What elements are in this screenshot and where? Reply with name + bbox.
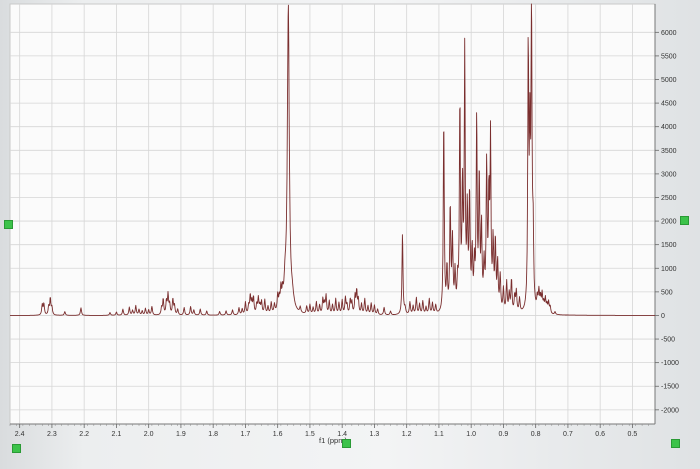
x-tick-label: 2.4: [15, 431, 25, 438]
x-tick-label: 0.8: [531, 431, 541, 438]
x-tick-label: 0.5: [628, 431, 638, 438]
y-tick-label: 3500: [661, 148, 677, 155]
x-tick-label: 0.9: [499, 431, 509, 438]
y-tick-label: -2000: [661, 407, 679, 414]
x-tick-label: 0.6: [595, 431, 605, 438]
x-tick-label: 2.3: [47, 431, 57, 438]
y-tick-label: 2000: [661, 219, 677, 226]
y-tick-label: 1500: [661, 242, 677, 249]
y-tick-label: 500: [661, 289, 673, 296]
resize-handle-right[interactable]: [680, 216, 689, 225]
x-tick-label: 2.2: [79, 431, 89, 438]
resize-handle-bottom-right[interactable]: [671, 439, 680, 448]
y-tick-label: -1000: [661, 360, 679, 367]
x-tick-label: 1.0: [466, 431, 476, 438]
x-tick-label: 1.1: [434, 431, 444, 438]
y-axis: 6000550050004500400035003000250020001500…: [654, 4, 679, 424]
x-tick-label: 1.8: [208, 431, 218, 438]
y-tick-label: 0: [661, 313, 665, 320]
resize-handle-left[interactable]: [4, 220, 13, 229]
x-tick-label: 1.7: [241, 431, 251, 438]
x-tick-label: 0.7: [563, 431, 573, 438]
x-tick-label: 1.2: [402, 431, 412, 438]
x-tick-label: 2.1: [112, 431, 122, 438]
x-tick-label: 1.3: [370, 431, 380, 438]
x-tick-label: 1.5: [305, 431, 315, 438]
y-tick-label: 4500: [661, 101, 677, 108]
y-tick-label: 3000: [661, 171, 677, 178]
y-tick-label: -1500: [661, 384, 679, 391]
y-tick-label: 5500: [661, 53, 677, 60]
x-tick-label: 1.9: [176, 431, 186, 438]
resize-handle-bottom-left[interactable]: [12, 444, 21, 453]
y-tick-label: 5000: [661, 77, 677, 84]
y-tick-label: 4000: [661, 124, 677, 131]
plot-background: [9, 3, 656, 425]
y-tick-label: -500: [661, 337, 675, 344]
x-tick-label: 2.0: [144, 431, 154, 438]
resize-handle-bottom[interactable]: [342, 439, 351, 448]
x-tick-label: 1.6: [273, 431, 283, 438]
spectrum-window: 6000 5500 5000 4500 4000 3500 3000 2500 2000 1500…: [0, 0, 700, 464]
y-tick-label: 1000: [661, 266, 677, 273]
y-tick-label: 6000: [661, 30, 677, 37]
nmr-spectrum-chart[interactable]: 6000550050004500400035003000250020001500…: [0, 0, 700, 464]
y-tick-label: 2500: [661, 195, 677, 202]
